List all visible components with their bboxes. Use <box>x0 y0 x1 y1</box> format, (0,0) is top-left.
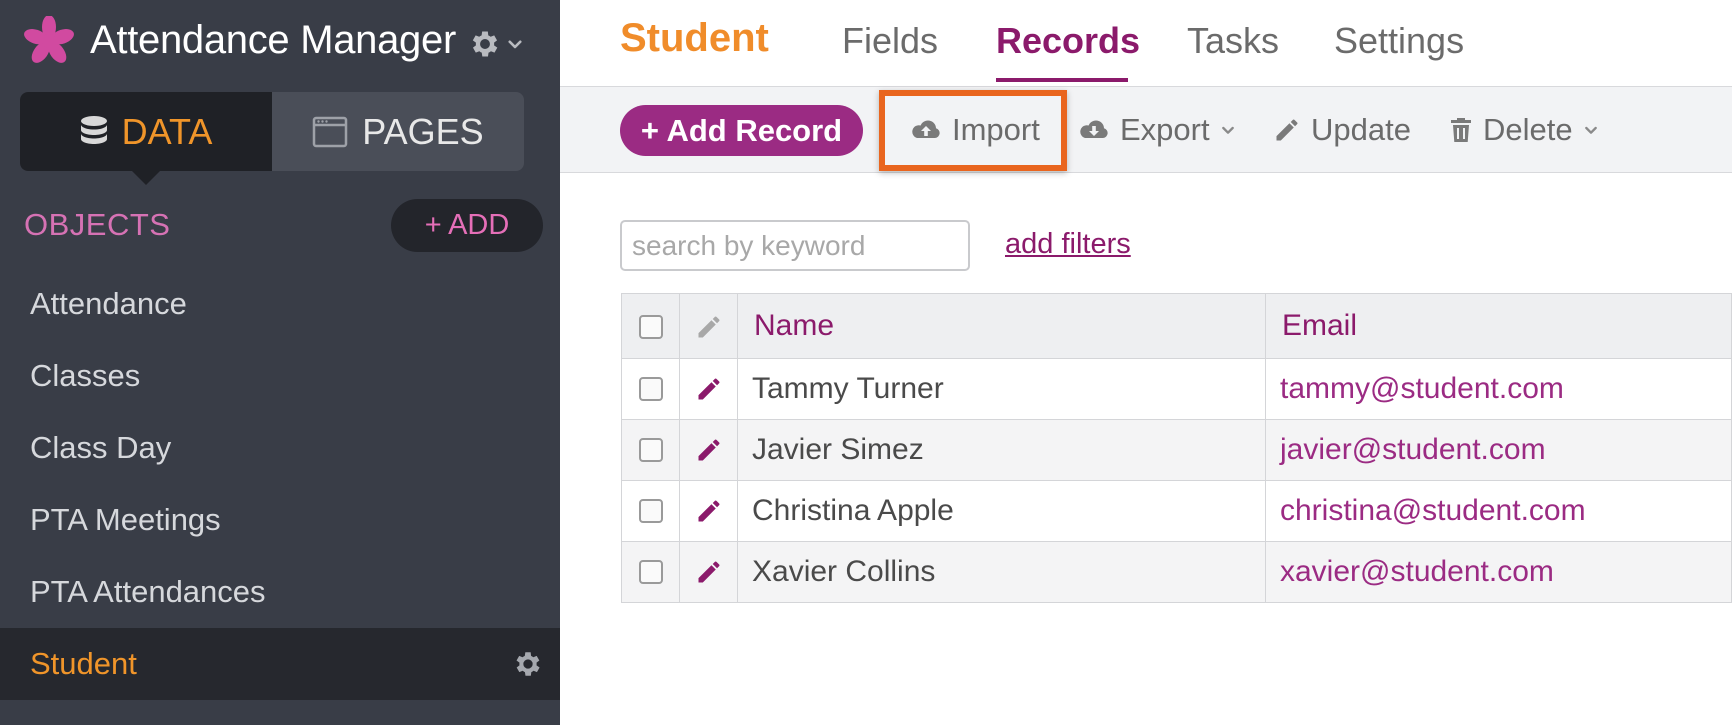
trash-icon <box>1451 118 1471 142</box>
pencil-icon[interactable] <box>695 497 723 525</box>
pencil-icon <box>1276 119 1298 141</box>
chevron-down-icon <box>508 40 522 49</box>
table-header-row: Name Email <box>621 293 1732 359</box>
row-edit-cell <box>679 541 738 603</box>
row-select-cell <box>621 541 680 603</box>
add-filters-link[interactable]: add filters <box>1005 228 1131 261</box>
app-title: Attendance Manager <box>90 18 456 62</box>
update-button[interactable]: Update <box>1273 103 1411 157</box>
records-table: Name Email Tammy Turner tammy@student.co… <box>621 293 1732 603</box>
mode-switch: DATA PAGES <box>20 92 524 185</box>
select-all-cell <box>621 293 680 359</box>
cloud-upload-icon <box>912 120 940 138</box>
row-select-cell <box>621 358 680 420</box>
pencil-icon <box>698 316 719 338</box>
gear-icon <box>472 31 498 57</box>
row-edit-cell <box>679 480 738 542</box>
cloud-download-icon <box>1080 120 1108 138</box>
sidebar-item-student[interactable]: Student <box>0 628 560 700</box>
sidebar-item-label: Class Day <box>30 430 172 465</box>
chevron-down-icon <box>1584 126 1597 134</box>
select-all-checkbox[interactable] <box>638 315 663 340</box>
app-header: Attendance Manager <box>0 0 560 90</box>
gear-icon[interactable] <box>512 648 544 680</box>
column-header-email[interactable]: Email <box>1265 293 1732 359</box>
sidebar-item-classes[interactable]: Classes <box>0 340 560 412</box>
sidebar-item-label: Student <box>30 646 137 681</box>
table-row: Christina Apple christina@student.com <box>621 480 1732 542</box>
app-settings-dropdown[interactable] <box>468 26 528 62</box>
pages-mode-label: PAGES <box>362 110 484 152</box>
pencil-icon[interactable] <box>695 558 723 586</box>
sidebar-item-label: Classes <box>30 358 141 393</box>
pencil-icon[interactable] <box>695 375 723 403</box>
browser-window-icon <box>313 116 348 147</box>
name-cell: Tammy Turner <box>737 358 1266 420</box>
table-row: Tammy Turner tammy@student.com <box>621 358 1732 420</box>
active-tab-indicator <box>996 78 1128 82</box>
sidebar-item-pta-attendances[interactable]: PTA Attendances <box>0 556 560 628</box>
tab-settings[interactable]: Settings <box>1334 20 1464 62</box>
sidebar-item-label: PTA Attendances <box>30 574 266 609</box>
sidebar-item-label: PTA Meetings <box>30 502 221 537</box>
records-toolbar: + Add Record Import Export Update Delete <box>560 86 1732 173</box>
import-button[interactable]: Import <box>910 103 1040 157</box>
name-cell: Javier Simez <box>737 419 1266 481</box>
object-list: Attendance Classes Class Day PTA Meeting… <box>0 268 560 700</box>
name-cell: Christina Apple <box>737 480 1266 542</box>
sidebar-item-attendance[interactable]: Attendance <box>0 268 560 340</box>
data-mode-button[interactable]: DATA <box>20 92 272 185</box>
pages-mode-button[interactable]: PAGES <box>272 92 524 171</box>
delete-label: Delete <box>1483 112 1573 147</box>
sidebar-item-pta-meetings[interactable]: PTA Meetings <box>0 484 560 556</box>
delete-dropdown[interactable]: Delete <box>1449 103 1599 157</box>
row-checkbox[interactable] <box>638 560 663 584</box>
name-cell: Xavier Collins <box>737 541 1266 603</box>
pencil-icon[interactable] <box>695 436 723 464</box>
email-cell[interactable]: tammy@student.com <box>1265 358 1732 420</box>
email-cell[interactable]: javier@student.com <box>1265 419 1732 481</box>
export-label: Export <box>1120 112 1210 147</box>
export-dropdown[interactable]: Export <box>1078 103 1236 157</box>
row-edit-cell <box>679 419 738 481</box>
row-select-cell <box>621 480 680 542</box>
asterisk-logo-icon <box>24 16 74 63</box>
objects-heading: OBJECTS <box>24 207 171 242</box>
import-label: Import <box>952 112 1040 147</box>
table-row: Xavier Collins xavier@student.com <box>621 541 1732 603</box>
row-select-cell <box>621 419 680 481</box>
sidebar-item-label: Attendance <box>30 286 187 321</box>
data-mode-label: DATA <box>121 110 213 152</box>
edit-column-header <box>679 293 738 359</box>
tab-records[interactable]: Records <box>996 20 1140 62</box>
email-cell[interactable]: xavier@student.com <box>1265 541 1732 603</box>
add-object-button[interactable]: + ADD <box>391 199 543 252</box>
add-record-button[interactable]: + Add Record <box>620 105 863 156</box>
object-title: Student <box>620 16 769 60</box>
email-cell[interactable]: christina@student.com <box>1265 480 1732 542</box>
database-icon <box>80 115 107 144</box>
table-row: Javier Simez javier@student.com <box>621 419 1732 481</box>
tab-tasks[interactable]: Tasks <box>1187 20 1279 62</box>
sidebar: Attendance Manager DATA PAGES OBJECTS + … <box>0 0 560 725</box>
sidebar-item-class-day[interactable]: Class Day <box>0 412 560 484</box>
main-panel: Student Fields Records Tasks Settings + … <box>560 0 1732 725</box>
column-header-name[interactable]: Name <box>737 293 1266 359</box>
row-edit-cell <box>679 358 738 420</box>
row-checkbox[interactable] <box>638 377 663 401</box>
chevron-down-icon <box>1221 126 1234 134</box>
row-checkbox[interactable] <box>638 438 663 462</box>
tab-fields[interactable]: Fields <box>842 20 938 62</box>
update-label: Update <box>1311 112 1411 147</box>
row-checkbox[interactable] <box>638 499 663 523</box>
search-input[interactable] <box>620 220 970 271</box>
